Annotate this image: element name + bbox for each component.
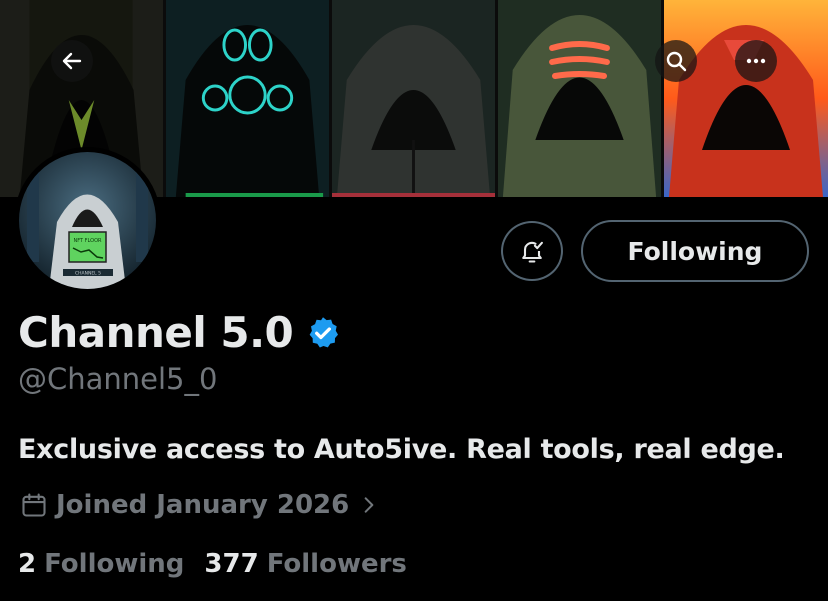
joined-date: Joined January 2026	[56, 490, 350, 520]
banner-panel-grey-hood	[332, 0, 498, 197]
verified-badge-icon[interactable]	[305, 315, 341, 351]
notifications-button[interactable]	[501, 221, 563, 281]
search-icon	[666, 51, 687, 72]
profile-name-row: Channel 5.0	[18, 308, 341, 357]
following-stat[interactable]: 2 Following	[18, 549, 184, 579]
back-button[interactable]	[51, 40, 93, 82]
avatar-screen-text: NFT FLOOR	[73, 238, 102, 244]
avatar[interactable]: NFT FLOOR CHANNEL 5	[14, 147, 161, 294]
following-label: Following	[44, 549, 185, 579]
profile-bio: Exclusive access to Auto5ive. Real tools…	[18, 434, 785, 465]
search-button[interactable]	[655, 40, 697, 82]
followers-stat[interactable]: 377 Followers	[204, 549, 407, 579]
banner-panel-red-fire-hood	[664, 0, 828, 197]
profile-handle: @Channel5_0	[18, 362, 218, 396]
avatar-caption: CHANNEL 5	[75, 271, 101, 277]
following-count: 2	[18, 549, 37, 579]
more-button[interactable]	[735, 40, 777, 82]
back-arrow-icon	[62, 52, 82, 70]
calendar-icon	[22, 493, 46, 517]
more-icon	[746, 58, 766, 64]
banner-panel-gas-mask	[166, 0, 332, 197]
chevron-right-icon	[364, 497, 374, 513]
bell-icon	[522, 241, 543, 263]
joined-date-row[interactable]: Joined January 2026	[20, 490, 379, 520]
follow-stats: 2 Following 377 Followers	[18, 549, 427, 579]
following-button[interactable]: Following	[581, 220, 809, 282]
display-name: Channel 5.0	[18, 308, 294, 357]
banner-panel-orange-stripes-hood	[498, 0, 664, 197]
followers-label: Followers	[266, 549, 407, 579]
followers-count: 377	[204, 549, 259, 579]
